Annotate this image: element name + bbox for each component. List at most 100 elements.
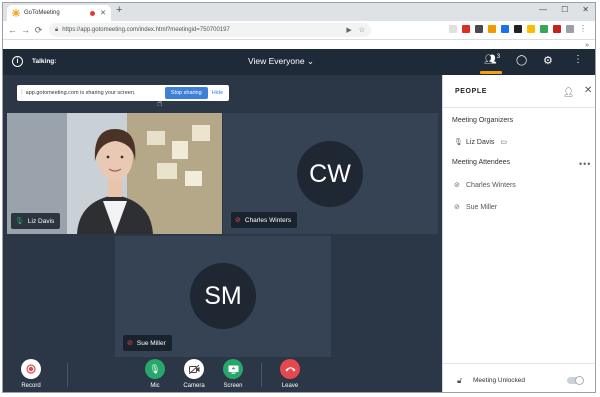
hide-banner-link[interactable]: Hide xyxy=(212,90,223,96)
bookmarks-overflow-icon[interactable]: » xyxy=(585,42,589,49)
divider xyxy=(261,363,262,387)
mic-button[interactable]: 🎙︎ Mic xyxy=(135,359,175,389)
new-tab-button[interactable]: + xyxy=(116,4,122,16)
meeting-controls: Record 🎙︎ Mic Camera Screen Leave xyxy=(3,355,442,392)
browser-toolbar: ← → ⟳ 🔒︎ https://app.gotomeeting.com/ind… xyxy=(3,21,595,40)
name-tag: ⊘ Charles Winters xyxy=(231,212,298,228)
mic-icon: 🎙︎ xyxy=(145,359,165,379)
mic-icon: 🎙︎ xyxy=(454,139,463,146)
video-tile-charles-winters[interactable]: CW ⊘ Charles Winters xyxy=(223,113,438,234)
organizer-name: Liz Davis xyxy=(466,138,495,146)
extension-icon[interactable] xyxy=(514,25,522,33)
meeting-lock-row: 🔓︎ Meeting Unlocked xyxy=(443,363,595,392)
browser-tab[interactable]: GoToMeeting ✕ xyxy=(7,5,111,21)
extensions-bar: ⋮ xyxy=(449,25,587,33)
address-bar[interactable]: 🔒︎ https://app.gotomeeting.com/index.htm… xyxy=(49,23,371,37)
url-text: https://app.gotomeeting.com/index.html?m… xyxy=(62,27,230,33)
extension-icon[interactable] xyxy=(475,25,483,33)
more-horizontal-icon[interactable]: ••• xyxy=(579,159,591,169)
recording-indicator-icon xyxy=(90,10,96,16)
record-label: Record xyxy=(21,383,41,389)
record-icon xyxy=(21,359,41,379)
avatar: SM xyxy=(190,263,256,329)
view-label: View Everyone xyxy=(248,56,305,66)
attendees-heading: Meeting Attendees xyxy=(452,159,510,166)
people-count: 3 xyxy=(496,54,501,60)
divider xyxy=(443,107,595,108)
close-window-icon[interactable]: ✕ xyxy=(582,5,589,14)
phone-hangup-icon xyxy=(280,359,300,379)
maximize-icon[interactable]: ☐ xyxy=(561,5,568,14)
people-panel: PEOPLE 👤︎ ✕ Meeting Organizers 🎙︎ Liz Da… xyxy=(442,75,595,392)
camera-button[interactable]: Camera xyxy=(174,359,214,389)
people-tab[interactable]: 👥︎3 xyxy=(484,54,500,65)
talking-label: Talking: xyxy=(32,58,57,65)
mouse-pointer-icon: ☝︎ xyxy=(157,98,163,108)
chat-icon[interactable]: ◯ xyxy=(516,55,527,66)
side-tabs: 👥︎3 ◯ ⚙ ⋮ xyxy=(442,49,595,75)
avatar: CW xyxy=(297,141,363,207)
attendee-name: Sue Miller xyxy=(466,203,498,211)
add-person-icon[interactable]: 👤︎ xyxy=(563,87,574,98)
divider xyxy=(67,363,68,387)
back-icon[interactable]: ← xyxy=(6,25,19,35)
record-button[interactable]: Record xyxy=(11,359,51,389)
tab-strip: GoToMeeting ✕ + — ☐ ✕ xyxy=(3,3,595,21)
people-icon: 👥︎ xyxy=(484,54,497,66)
list-item[interactable]: ⊘ Sue Miller xyxy=(454,203,498,212)
share-message: app.gotomeeting.com is sharing your scre… xyxy=(25,90,136,96)
leave-button[interactable]: Leave xyxy=(270,359,310,389)
mic-label: Mic xyxy=(150,383,160,389)
video-tile-liz-davis[interactable]: 🎙︎ Liz Davis xyxy=(7,113,222,234)
gear-icon[interactable]: ⚙ xyxy=(543,54,553,67)
organizers-heading: Meeting Organizers xyxy=(452,117,514,124)
chevron-down-icon: ⌄ xyxy=(306,56,315,66)
close-icon[interactable]: ✕ xyxy=(584,85,592,96)
video-tile-sue-miller[interactable]: SM ⊘ Sue Miller xyxy=(115,236,331,357)
extension-icon[interactable] xyxy=(553,25,561,33)
minimize-icon[interactable]: — xyxy=(539,5,547,14)
name-tag: 🎙︎ Liz Davis xyxy=(11,213,61,229)
mic-muted-icon: ⊘ xyxy=(235,217,241,224)
gotomeeting-logo-icon xyxy=(12,9,20,17)
active-tab-indicator xyxy=(480,71,502,74)
screen-share-icon xyxy=(223,359,243,379)
info-icon[interactable]: i xyxy=(12,56,23,67)
bookmark-star-icon[interactable]: ☆ xyxy=(359,26,365,34)
extension-icon[interactable] xyxy=(488,25,496,33)
extension-icon[interactable] xyxy=(527,25,535,33)
window-controls: — ☐ ✕ xyxy=(539,5,589,14)
extension-icon[interactable] xyxy=(540,25,548,33)
mic-muted-icon: ⊘ xyxy=(454,182,460,189)
screen-cast-icon[interactable]: ▶︎ xyxy=(346,26,351,34)
participant-name: Charles Winters xyxy=(244,216,292,224)
extension-icon[interactable] xyxy=(501,25,509,33)
extension-icon[interactable] xyxy=(462,25,470,33)
more-vertical-icon[interactable]: ⋮ xyxy=(573,54,583,65)
list-item[interactable]: 🎙︎ Liz Davis ▭ xyxy=(454,138,507,147)
close-tab-icon[interactable]: ✕ xyxy=(100,9,106,17)
name-tag: ⊘ Sue Miller xyxy=(123,335,172,351)
screen-button[interactable]: Screen xyxy=(213,359,253,389)
drag-handle-icon[interactable]: ⁞ xyxy=(21,90,23,96)
list-item[interactable]: ⊘ Charles Winters xyxy=(454,181,516,190)
lock-icon: 🔓︎ xyxy=(457,376,463,385)
lock-status-label: Meeting Unlocked xyxy=(473,377,526,384)
attendee-name: Charles Winters xyxy=(466,181,516,189)
toggle-knob xyxy=(575,376,584,385)
leave-label: Leave xyxy=(281,383,299,389)
extension-icon[interactable] xyxy=(566,25,574,33)
view-selector[interactable]: View Everyone ⌄ xyxy=(248,56,314,67)
forward-icon[interactable]: → xyxy=(19,25,32,35)
panel-title: PEOPLE xyxy=(455,88,487,95)
meeting-lock-toggle[interactable] xyxy=(567,376,584,385)
reload-icon[interactable]: ⟳ xyxy=(32,25,45,36)
camera-off-icon xyxy=(184,359,204,379)
stop-sharing-button[interactable]: Stop sharing xyxy=(164,87,208,99)
browser-menu-icon[interactable]: ⋮ xyxy=(579,25,587,33)
secure-lock-icon: 🔒︎ xyxy=(55,26,59,33)
meeting-header: i Talking: View Everyone ⌄ xyxy=(3,49,442,75)
camera-label: Camera xyxy=(183,383,205,389)
extension-icon[interactable] xyxy=(449,25,457,33)
browser-window: GoToMeeting ✕ + — ☐ ✕ ← → ⟳ 🔒︎ https://a… xyxy=(2,2,596,393)
